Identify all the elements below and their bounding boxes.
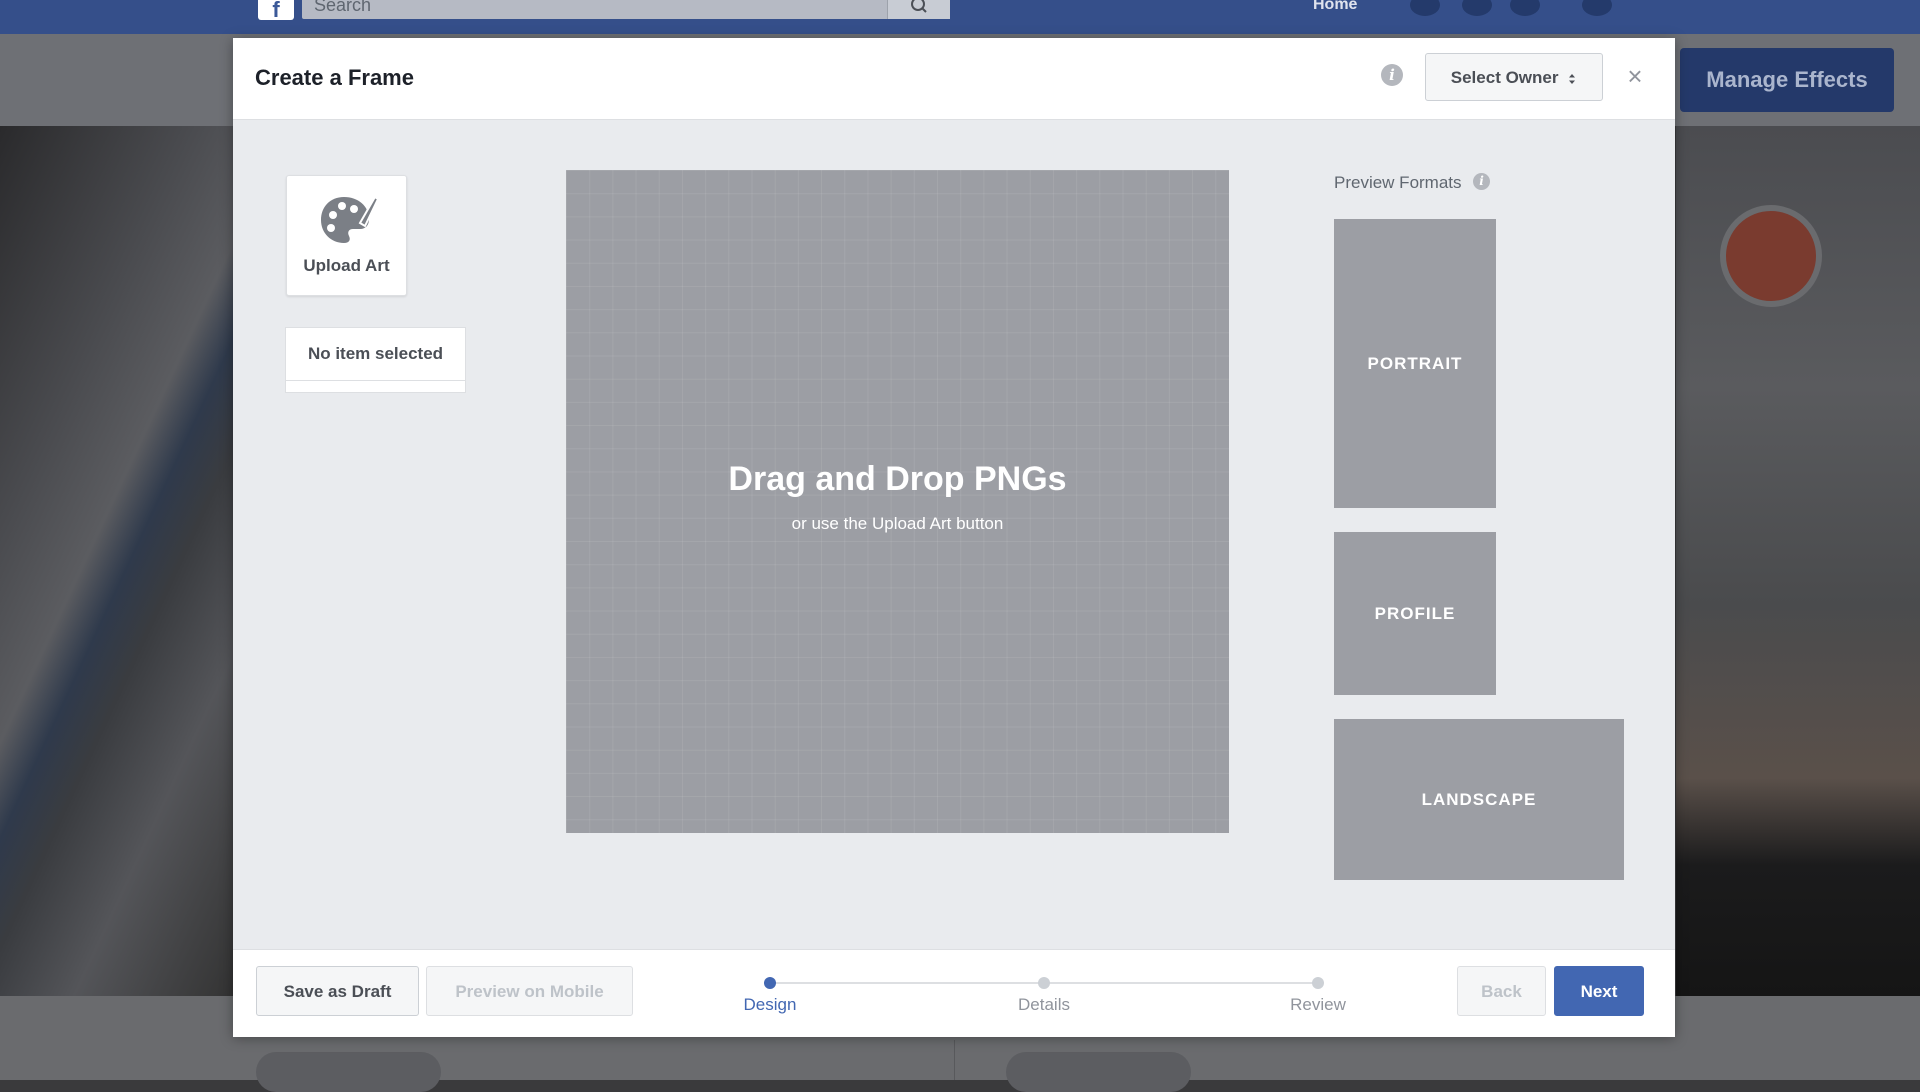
create-frame-modal: Create a Frame i Select Owner × Upload A… (233, 38, 1675, 1037)
step-details-dot (1038, 977, 1050, 989)
bottom-divider (954, 1040, 955, 1080)
bottom-pill-left (256, 1052, 441, 1092)
step-review-dot (1312, 977, 1324, 989)
preview-formats-label: Preview Formats (1334, 173, 1462, 192)
no-item-selected-label: No item selected (286, 328, 465, 381)
step-design[interactable]: Design (710, 995, 830, 1015)
search-icon (911, 0, 927, 13)
drop-zone-title: Drag and Drop PNGs (728, 460, 1067, 498)
bottom-pill-right (1006, 1052, 1191, 1092)
search-bar[interactable]: Search (302, 0, 950, 19)
close-icon[interactable]: × (1621, 62, 1649, 90)
palette-icon (321, 195, 378, 243)
preview-profile[interactable]: PROFILE (1334, 532, 1496, 695)
facebook-logo-icon[interactable]: f (258, 0, 294, 21)
layer-list: No item selected (285, 327, 466, 393)
manage-effects-button[interactable]: Manage Effects (1680, 48, 1894, 112)
cover-photo-sun-decoration (1720, 205, 1822, 307)
info-icon[interactable]: i (1381, 64, 1403, 86)
preview-portrait[interactable]: PORTRAIT (1334, 219, 1496, 508)
modal-footer: Save as Draft Preview on Mobile Design D… (233, 949, 1675, 1037)
help-icon[interactable] (1582, 0, 1612, 16)
facebook-top-bar: f Search Home (0, 0, 1920, 34)
step-details[interactable]: Details (984, 995, 1104, 1015)
select-owner-label: Select Owner (1450, 68, 1559, 87)
upload-art-label: Upload Art (303, 256, 390, 275)
notifications-icon[interactable] (1510, 0, 1540, 16)
step-design-dot (764, 977, 776, 989)
search-button[interactable] (887, 0, 950, 19)
search-input[interactable]: Search (314, 0, 371, 16)
nav-home-link[interactable]: Home (1313, 0, 1357, 14)
friends-icon[interactable] (1410, 0, 1440, 16)
upload-art-button[interactable]: Upload Art (286, 175, 407, 296)
messages-icon[interactable] (1462, 0, 1492, 16)
sort-arrows-icon (1569, 73, 1576, 84)
drop-zone-canvas[interactable]: Drag and Drop PNGs or use the Upload Art… (566, 170, 1229, 833)
modal-header: Create a Frame i Select Owner × (233, 38, 1675, 120)
drop-zone-subtitle: or use the Upload Art button (791, 514, 1004, 533)
modal-title: Create a Frame (255, 65, 414, 90)
select-owner-dropdown[interactable]: Select Owner (1425, 53, 1603, 101)
cover-photo-left (0, 126, 234, 996)
save-as-draft-button[interactable]: Save as Draft (256, 966, 419, 1016)
preview-info-icon[interactable]: i (1473, 173, 1490, 190)
next-button[interactable]: Next (1554, 966, 1644, 1016)
preview-landscape[interactable]: LANDSCAPE (1334, 719, 1624, 880)
step-review[interactable]: Review (1258, 995, 1378, 1015)
back-button[interactable]: Back (1457, 966, 1546, 1016)
preview-on-mobile-button[interactable]: Preview on Mobile (426, 966, 633, 1016)
